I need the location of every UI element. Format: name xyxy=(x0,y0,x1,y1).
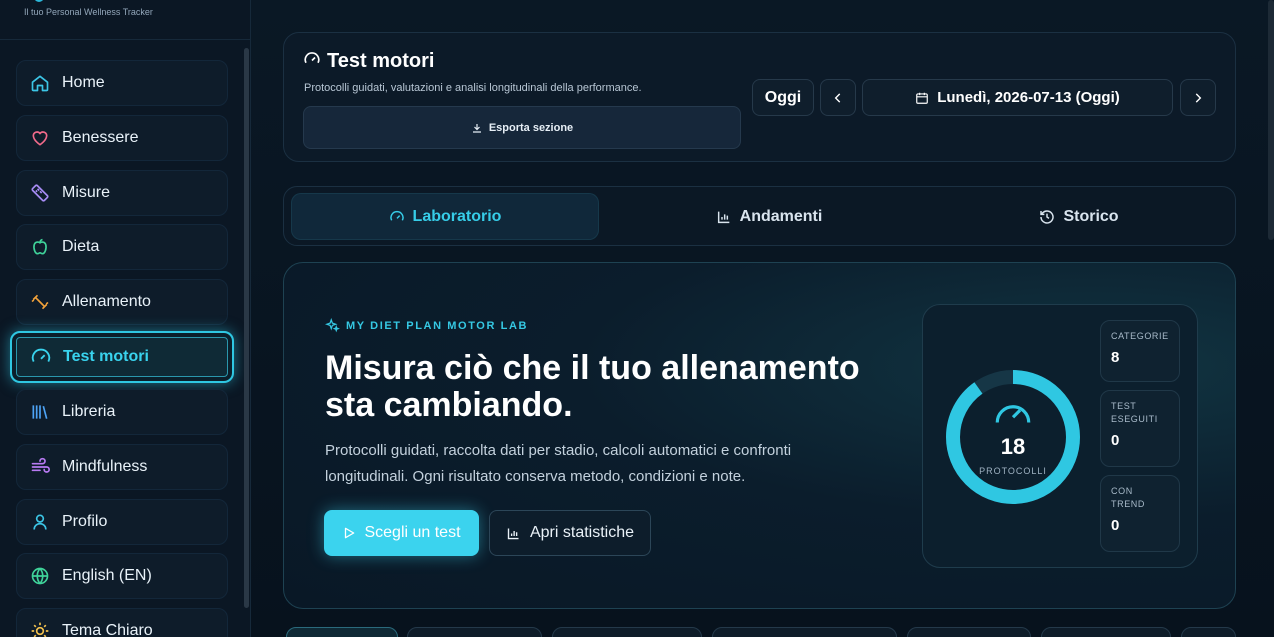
sidebar-item-dieta[interactable]: Dieta xyxy=(16,224,228,271)
sidebar-item-label: Test motori xyxy=(63,347,149,365)
hero-kicker-text: MY DIET PLAN MOTOR LAB xyxy=(346,319,529,332)
wind-icon xyxy=(29,456,51,478)
stat-card-categorie: CATEGORIE 8 xyxy=(1100,320,1180,382)
choose-test-label: Scegli un test xyxy=(364,524,461,541)
sun-icon xyxy=(29,620,51,637)
export-section-button[interactable]: Esporta sezione xyxy=(303,106,741,149)
sidebar-nav: Home Benessere Misure Dieta Allenamento … xyxy=(10,60,234,637)
stat-card-test-eseguiti: TEST ESEGUITI 0 xyxy=(1100,390,1180,467)
page-title-text: Test motori xyxy=(327,50,435,72)
sidebar: Il tuo Personal Wellness Tracker Home Be… xyxy=(0,0,251,637)
gauge-icon xyxy=(389,210,404,221)
page-title: Test motori xyxy=(303,50,434,73)
today-button[interactable]: Oggi xyxy=(752,79,814,116)
sidebar-item-mindfulness[interactable]: Mindfulness xyxy=(16,443,228,490)
hero-title: Misura ciò che il tuo allenamento sta ca… xyxy=(325,349,860,424)
category-pill[interactable] xyxy=(712,627,897,637)
sidebar-item-theme[interactable]: Tema Chiaro xyxy=(16,608,228,637)
tab-label: Andamenti xyxy=(739,207,823,225)
tab-storico[interactable]: Storico xyxy=(924,193,1234,240)
gauge-icon xyxy=(303,50,321,73)
stat-card-con-trend: CON TREND 0 xyxy=(1100,475,1180,552)
tab-label: Laboratorio xyxy=(412,207,502,225)
sidebar-item-label: English (EN) xyxy=(62,567,152,585)
dumbbell-icon xyxy=(29,291,51,313)
page-subtitle: Protocolli guidati, valutazioni e analis… xyxy=(304,82,642,94)
stat-value: 0 xyxy=(1111,432,1120,449)
stat-label: CON TREND xyxy=(1111,486,1145,509)
sidebar-item-language[interactable]: English (EN) xyxy=(16,553,228,600)
brand-logo xyxy=(34,0,44,2)
hero-description: Protocolli guidati, raccolta dati per st… xyxy=(325,442,792,485)
previous-day-button[interactable] xyxy=(820,79,856,116)
stat-label: TEST ESEGUITI xyxy=(1111,401,1158,424)
library-icon xyxy=(29,401,51,423)
sidebar-item-misure[interactable]: Misure xyxy=(16,169,228,216)
bar-chart-icon xyxy=(717,211,729,223)
sidebar-item-home[interactable]: Home xyxy=(16,60,228,106)
stat-value: 0 xyxy=(1111,517,1120,534)
open-statistics-button[interactable]: Apri statistiche xyxy=(489,510,651,556)
sidebar-item-label: Allenamento xyxy=(62,293,151,311)
ruler-icon xyxy=(29,182,51,204)
protocols-label: PROTOCOLLI xyxy=(979,466,1047,476)
user-icon xyxy=(29,511,51,533)
date-picker-label: Lunedì, 2026-07-13 (Oggi) xyxy=(937,89,1120,106)
sparkles-icon xyxy=(325,318,340,333)
date-picker[interactable]: Lunedì, 2026-07-13 (Oggi) xyxy=(862,79,1173,116)
sidebar-item-libreria[interactable]: Libreria xyxy=(16,388,228,435)
bar-chart-icon xyxy=(507,528,519,539)
page-scrollbar[interactable] xyxy=(1268,0,1274,240)
chevron-right-icon xyxy=(1195,92,1202,103)
category-pill[interactable] xyxy=(552,627,702,637)
download-icon xyxy=(472,123,481,133)
sidebar-item-label: Misure xyxy=(62,183,111,201)
category-pill[interactable] xyxy=(1181,627,1236,637)
category-pill[interactable] xyxy=(286,627,398,637)
home-icon xyxy=(29,72,51,94)
sidebar-item-label: Mindfulness xyxy=(62,457,148,475)
sidebar-divider xyxy=(0,39,250,40)
play-icon xyxy=(345,527,355,539)
history-icon xyxy=(1040,209,1055,224)
sidebar-item-allenamento[interactable]: Allenamento xyxy=(16,279,228,326)
sidebar-item-label: Home xyxy=(62,74,105,91)
tab-andamenti[interactable]: Andamenti xyxy=(614,193,924,240)
category-pill[interactable] xyxy=(907,627,1031,637)
category-pill[interactable] xyxy=(407,627,542,637)
category-pill[interactable] xyxy=(1041,627,1171,637)
chevron-left-icon xyxy=(834,92,841,103)
sidebar-item-label: Profilo xyxy=(62,512,108,530)
sidebar-item-profilo[interactable]: Profilo xyxy=(16,498,228,545)
next-day-button[interactable] xyxy=(1180,79,1216,116)
brand-tagline: Il tuo Personal Wellness Tracker xyxy=(24,7,153,17)
stat-label: CATEGORIE xyxy=(1111,331,1169,341)
export-section-label: Esporta sezione xyxy=(488,121,574,134)
section-tabs: Laboratorio Andamenti Storico xyxy=(283,186,1236,246)
sidebar-item-label: Dieta xyxy=(62,238,100,256)
gauge-icon xyxy=(992,396,1034,433)
sidebar-item-test-motori[interactable]: Test motori xyxy=(10,330,234,383)
stat-value: 8 xyxy=(1111,349,1120,366)
apple-icon xyxy=(29,236,51,258)
hero-kicker: MY DIET PLAN MOTOR LAB xyxy=(325,318,528,333)
open-statistics-label: Apri statistiche xyxy=(529,524,635,541)
sidebar-scrollbar[interactable] xyxy=(244,48,249,608)
globe-icon xyxy=(29,565,51,587)
sidebar-item-label: Libreria xyxy=(62,402,116,420)
heart-icon xyxy=(29,127,51,149)
sidebar-item-benessere[interactable]: Benessere xyxy=(16,114,228,161)
tab-label: Storico xyxy=(1063,207,1119,225)
protocols-count: 18 xyxy=(1000,434,1026,459)
choose-test-button[interactable]: Scegli un test xyxy=(324,510,479,556)
sidebar-item-label: Benessere xyxy=(62,128,139,146)
calendar-icon xyxy=(916,92,929,104)
app-root: Il tuo Personal Wellness Tracker Home Be… xyxy=(0,0,1274,637)
sidebar-item-label: Tema Chiaro xyxy=(62,622,153,637)
gauge-icon xyxy=(30,346,52,368)
tab-laboratorio[interactable]: Laboratorio xyxy=(291,193,599,240)
